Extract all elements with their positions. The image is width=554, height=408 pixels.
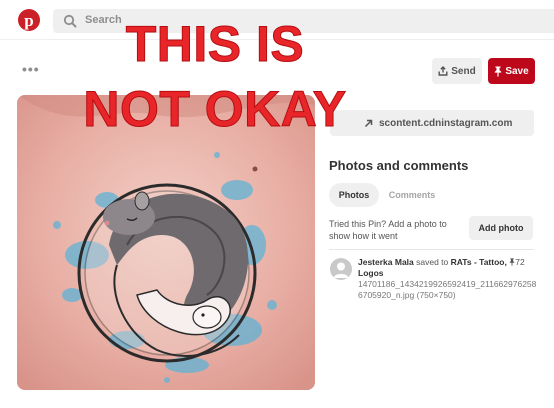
activity-board-suffix[interactable]: Logos	[358, 268, 384, 278]
pin-image[interactable]	[17, 95, 315, 390]
user-silhouette-icon	[333, 262, 349, 278]
activity-filename: 14701186_1434219926592419_21166297625867…	[358, 279, 537, 300]
add-photo-button[interactable]: Add photo	[469, 216, 533, 240]
search-icon	[63, 14, 77, 33]
search-placeholder: Search	[85, 14, 122, 26]
save-label: Save	[505, 65, 529, 77]
pushpin-icon	[495, 66, 502, 76]
activity-user[interactable]: Jesterka Mala	[358, 257, 414, 267]
top-header: p Search	[0, 0, 554, 40]
svg-text:p: p	[24, 11, 33, 30]
arrow-up-right-icon	[364, 119, 373, 127]
activity-action: saved to	[416, 257, 449, 267]
send-label: Send	[451, 65, 476, 77]
more-options-button[interactable]: •••	[22, 62, 40, 76]
avatar[interactable]	[330, 258, 352, 280]
source-link-button[interactable]: scontent.cdninstagram.com	[330, 110, 534, 136]
tab-photos[interactable]: Photos	[329, 183, 379, 207]
divider	[329, 249, 534, 250]
section-title: Photos and comments	[329, 158, 469, 173]
activity-entry: Jesterka Mala saved to RATs - Tattoo, 72…	[358, 257, 540, 279]
tab-comments[interactable]: Comments	[384, 183, 440, 207]
activity-board[interactable]: RATs - Tattoo,	[451, 257, 507, 267]
pinterest-logo-icon[interactable]: p	[18, 9, 40, 31]
source-domain: scontent.cdninstagram.com	[379, 117, 513, 129]
pin-count: 72	[515, 257, 525, 267]
send-button[interactable]: Send	[432, 58, 482, 84]
search-bar[interactable]: Search	[53, 9, 554, 33]
tried-prompt: Tried this Pin? Add a photo to show how …	[329, 219, 447, 241]
pinterest-pin-page: p Search ••• Send Save scontent.cdninsta…	[0, 0, 554, 408]
share-icon	[438, 66, 448, 76]
save-button[interactable]: Save	[488, 58, 535, 84]
